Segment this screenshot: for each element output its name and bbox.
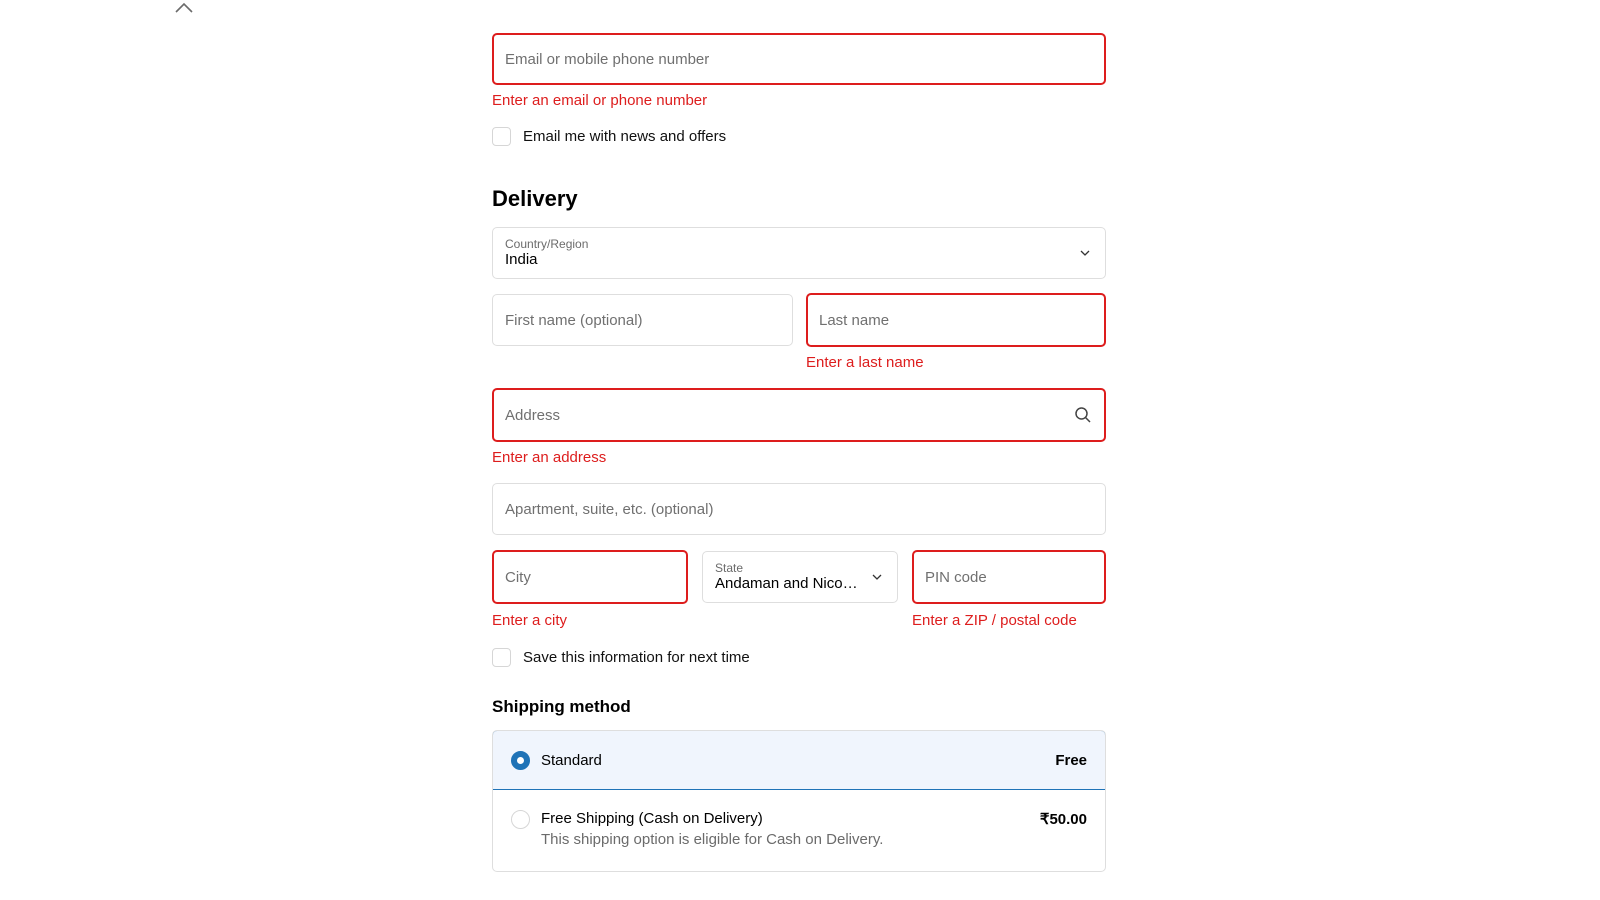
email-placeholder: Email or mobile phone number [505, 50, 710, 68]
city-placeholder: City [505, 568, 531, 586]
radio-selected[interactable] [511, 750, 530, 770]
last-name-placeholder: Last name [819, 311, 890, 329]
search-icon[interactable] [1074, 406, 1092, 424]
save-info-checkbox-row[interactable]: Save this information for next time [492, 648, 750, 667]
shipping-method-heading: Shipping method [492, 697, 631, 716]
shipping-option-price: Free [1055, 751, 1087, 769]
shipping-option-name: Free Shipping (Cash on Delivery) [541, 810, 763, 827]
country-label: Country/Region [505, 237, 589, 251]
save-info-checkbox[interactable] [492, 648, 511, 667]
shipping-options: Standard Free Free Shipping (Cash on Del… [492, 730, 1106, 872]
state-label: State [715, 561, 744, 575]
email-error: Enter an email or phone number [492, 92, 708, 109]
pin-code-field[interactable]: PIN code [912, 550, 1106, 604]
newsletter-checkbox[interactable] [492, 127, 511, 146]
city-error: Enter a city [492, 612, 568, 629]
shipping-option-description: This shipping option is eligible for Cas… [541, 831, 884, 848]
shipping-option-price: ₹50.00 [1039, 811, 1087, 828]
apartment-placeholder: Apartment, suite, etc. (optional) [505, 500, 714, 518]
shipping-option-standard[interactable]: Standard Free [493, 731, 1105, 790]
pin-code-placeholder: PIN code [925, 568, 987, 586]
email-field[interactable]: Email or mobile phone number [492, 33, 1106, 85]
last-name-error: Enter a last name [806, 354, 924, 371]
save-info-label: Save this information for next time [523, 649, 750, 666]
country-select[interactable]: Country/Region India [492, 227, 1106, 279]
chevron-down-icon [1080, 250, 1090, 256]
address-field[interactable]: Address [492, 388, 1106, 442]
newsletter-label: Email me with news and offers [523, 128, 727, 145]
state-select[interactable]: State Andaman and Nicobar Islands [702, 551, 898, 603]
shipping-option-name: Standard [541, 751, 602, 769]
shipping-option-cod[interactable]: Free Shipping (Cash on Delivery) This sh… [493, 790, 1105, 848]
chevron-up-icon[interactable] [172, 0, 196, 16]
state-value: Andaman and Nicobar Islands [715, 575, 865, 592]
address-error: Enter an address [492, 449, 607, 466]
address-placeholder: Address [505, 406, 561, 424]
first-name-field[interactable]: First name (optional) [492, 294, 793, 346]
radio-unselected[interactable] [511, 810, 530, 829]
apartment-field[interactable]: Apartment, suite, etc. (optional) [492, 483, 1106, 535]
country-value: India [505, 251, 538, 268]
newsletter-checkbox-row[interactable]: Email me with news and offers [492, 127, 726, 146]
delivery-heading: Delivery [492, 186, 578, 211]
first-name-placeholder: First name (optional) [505, 311, 643, 329]
chevron-down-icon [872, 574, 882, 580]
pin-code-error: Enter a ZIP / postal code [912, 612, 1077, 629]
last-name-field[interactable]: Last name [806, 293, 1106, 347]
city-field[interactable]: City [492, 550, 688, 604]
